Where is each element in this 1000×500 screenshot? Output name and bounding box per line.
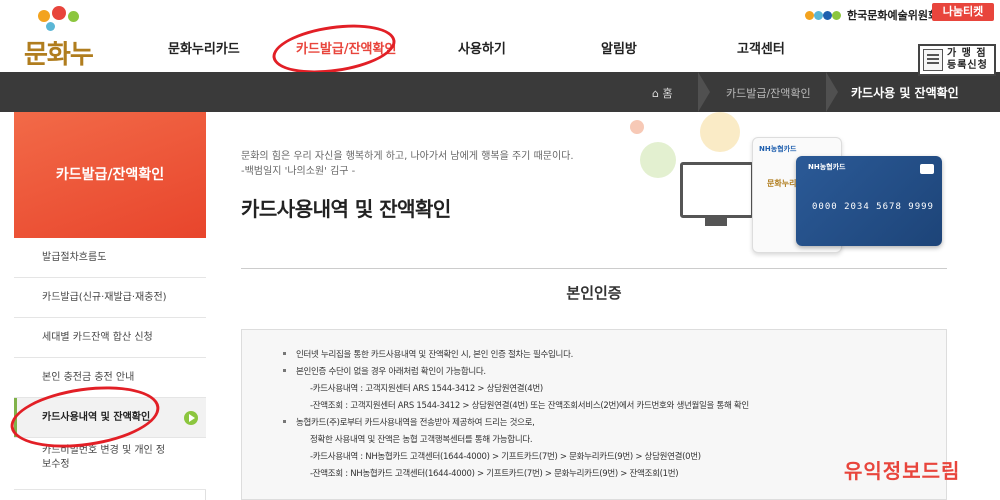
watermark: 유익정보드림 <box>844 459 961 483</box>
store-register-button[interactable]: 가 맹 점 등록신청 <box>918 44 996 76</box>
org-logo-icon <box>805 11 843 21</box>
card-chip-icon <box>920 164 934 174</box>
breadcrumb: ⌂ 홈 카드발급/잔액확인 카드사용 및 잔액확인 <box>0 72 1000 112</box>
card1-logo: 문화누리 <box>767 179 797 188</box>
sidebar-item-issue[interactable]: 카드발급(신규·재발급·재충전) <box>14 278 206 318</box>
monitor-stand <box>705 218 727 226</box>
section-title: 본인인증 <box>566 284 622 302</box>
sidebar: 카드발급/잔액확인 발급절차흐름도 카드발급(신규·재발급·재충전) 세대별 카… <box>14 112 206 500</box>
info-bullet: 본인인증 수단이 없을 경우 아래처럼 확인이 가능합니다. <box>283 367 486 377</box>
info-subline: -잔액조회 : 고객지원센터 ARS 1544-3412 > 상담원연결(4번)… <box>310 401 749 411</box>
decor-dot <box>700 112 740 152</box>
card1-brand: NH농협카드 <box>759 145 797 153</box>
info-subline: 정확한 사용내역 및 잔액은 농협 고객행복센터를 통해 가능합니다. <box>310 435 533 445</box>
quote: 문화의 힘은 우리 자신을 행복하게 하고, 나아가서 남에게 행복을 주기 때… <box>241 149 621 179</box>
sidebar-item-household-merge[interactable]: 세대별 카드잔액 합산 신청 <box>14 318 206 358</box>
gnb-item-card[interactable]: 문화누리카드 <box>168 38 240 57</box>
gift-card-blue: NH농협카드 0000 2034 5678 9999 <box>796 156 942 246</box>
breadcrumb-home[interactable]: ⌂ 홈 <box>652 85 673 101</box>
card2-brand: NH농협카드 <box>808 163 846 171</box>
monitor-icon <box>680 162 754 218</box>
page-title: 카드사용내역 및 잔액확인 <box>241 197 451 221</box>
org-name: 한국문화예술위원회 <box>847 9 939 22</box>
sidebar-item-label: 카드사용내역 및 잔액확인 <box>42 412 151 423</box>
breadcrumb-current[interactable]: 카드사용 및 잔액확인 <box>851 84 959 101</box>
sidebar-header: 카드발급/잔액확인 <box>14 112 206 238</box>
header: 문화누리 문화누리카드 카드발급/잔액확인 사용하기 알림방 고객센터 한국문화… <box>0 0 1000 107</box>
info-bullet: 인터넷 누리집을 통한 카드사용내역 및 잔액확인 시, 본인 인증 절차는 필… <box>283 350 573 360</box>
sidebar-item-process[interactable]: 발급절차흐름도 <box>14 238 206 278</box>
breadcrumb-middle[interactable]: 카드발급/잔액확인 <box>726 85 811 101</box>
breadcrumb-separator-icon <box>698 72 710 112</box>
breadcrumb-home-label: 홈 <box>662 87 673 100</box>
gnb-item-usage[interactable]: 사용하기 <box>458 38 506 57</box>
home-icon: ⌂ <box>652 87 659 100</box>
sidebar-item-password[interactable]: 카드비밀번호 변경 및 개인 정보수정 <box>14 438 206 490</box>
store-badge-line1: 가 맹 점 <box>947 48 987 59</box>
info-box: 인터넷 누리집을 통한 카드사용내역 및 잔액확인 시, 본인 인증 절차는 필… <box>241 329 947 500</box>
gnb-item-notice[interactable]: 알림방 <box>601 38 637 57</box>
info-subline: -카드사용내역 : 고객지원센터 ARS 1544-3412 > 상담원연결(4… <box>310 384 543 394</box>
info-bullet: 농협카드(주)로부터 카드사용내역을 전송받아 제공하여 드리는 것으로, <box>283 418 535 428</box>
decor-dot <box>640 142 676 178</box>
sidebar-title: 카드발급/잔액확인 <box>55 167 165 183</box>
store-badge-line2: 등록신청 <box>947 60 988 71</box>
quote-line1: 문화의 힘은 우리 자신을 행복하게 하고, 나아가서 남에게 행복을 주기 때… <box>241 151 574 162</box>
gnb-item-issue-balance[interactable]: 카드발급/잔액확인 <box>296 38 396 57</box>
divider <box>241 268 947 269</box>
nanum-ticket-link[interactable]: 나눔티켓 <box>932 3 994 21</box>
info-subline: -카드사용내역 : NH농협카드 고객센터(1644-4000) > 기프트카드… <box>310 452 701 462</box>
breadcrumb-separator-icon <box>826 72 838 112</box>
sidebar-item-usage-balance[interactable]: 카드사용내역 및 잔액확인 <box>14 398 206 438</box>
illustration: NH농협카드 문화누리 NH농협카드 0000 2034 5678 9999 <box>630 112 950 253</box>
document-icon <box>923 49 943 71</box>
sidebar-item-self-charge[interactable]: 본인 충전금 충전 안내 <box>14 358 206 398</box>
card2-number: 0000 2034 5678 9999 <box>812 202 934 212</box>
quote-line2: -백범일지 '나의소원' 김구 - <box>241 166 356 177</box>
decor-dot <box>630 120 644 134</box>
gnb-item-support[interactable]: 고객센터 <box>737 38 785 57</box>
arrow-right-icon <box>184 411 198 425</box>
page: 문화누리 문화누리카드 카드발급/잔액확인 사용하기 알림방 고객센터 한국문화… <box>0 0 1000 500</box>
global-nav: 문화누리카드 카드발급/잔액확인 사용하기 알림방 고객센터 <box>0 38 900 62</box>
info-subline: -잔액조회 : NH농협카드 고객센터(1644-4000) > 기프트카드(7… <box>310 469 679 479</box>
